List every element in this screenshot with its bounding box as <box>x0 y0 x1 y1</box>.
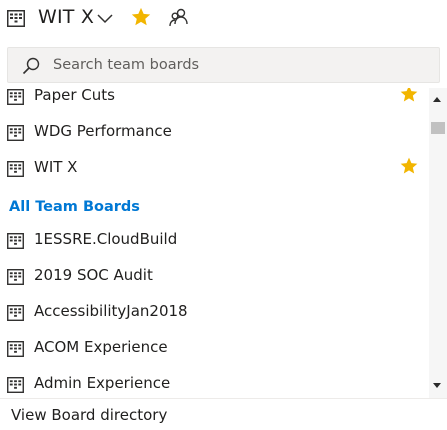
board-icon <box>7 89 24 105</box>
list-item-wdg-performance[interactable]: WDG Performance <box>0 117 430 153</box>
list-item-label: AccessibilityJan2018 <box>34 302 188 320</box>
list-item-paper-cuts[interactable]: Paper Cuts <box>0 88 430 117</box>
list-item-acom-experience[interactable]: ACOM Experience <box>0 333 430 369</box>
scroll-up-arrow-icon[interactable] <box>433 97 441 102</box>
board-title[interactable]: WIT X <box>38 6 94 28</box>
scrollbar[interactable] <box>429 88 447 398</box>
board-icon <box>7 377 24 393</box>
board-icon <box>7 233 24 249</box>
list-item-label: 1ESSRE.CloudBuild <box>34 230 178 248</box>
divider <box>0 398 447 399</box>
scrollbar-thumb[interactable] <box>431 122 445 134</box>
scroll-down-arrow-icon[interactable] <box>433 383 441 388</box>
list-item-label: Admin Experience <box>34 374 171 392</box>
star-icon[interactable] <box>399 88 419 104</box>
chevron-down-icon[interactable] <box>96 12 114 24</box>
view-board-directory-link[interactable]: View Board directory <box>11 406 167 424</box>
header: WIT X <box>0 0 447 38</box>
list-item-accessibilityjan2018[interactable]: AccessibilityJan2018 <box>0 297 430 333</box>
people-icon[interactable] <box>168 7 190 29</box>
list-item-2019-soc-audit[interactable]: 2019 SOC Audit <box>0 261 430 297</box>
board-icon <box>7 269 24 285</box>
star-icon[interactable] <box>399 156 419 176</box>
board-list: Paper Cuts WDG Performance WIT X All Tea… <box>0 88 430 398</box>
board-icon <box>7 125 24 141</box>
list-item-1essre-cloudbuild[interactable]: 1ESSRE.CloudBuild <box>0 225 430 261</box>
star-icon[interactable] <box>130 6 152 28</box>
list-item-wit-x[interactable]: WIT X <box>0 153 430 189</box>
board-icon <box>7 10 25 27</box>
list-item-label: WIT X <box>34 158 78 176</box>
board-icon <box>7 305 24 321</box>
section-heading-all-team-boards: All Team Boards <box>9 199 140 215</box>
search-icon <box>22 57 40 75</box>
board-icon <box>7 341 24 357</box>
board-icon <box>7 161 24 177</box>
list-item-label: ACOM Experience <box>34 338 168 356</box>
list-item-label: 2019 SOC Audit <box>34 266 153 284</box>
search-box[interactable] <box>7 47 440 83</box>
search-input[interactable] <box>53 48 433 82</box>
list-item-label: Paper Cuts <box>34 88 115 104</box>
list-item-label: WDG Performance <box>34 122 172 140</box>
list-item-admin-experience[interactable]: Admin Experience <box>0 369 430 398</box>
